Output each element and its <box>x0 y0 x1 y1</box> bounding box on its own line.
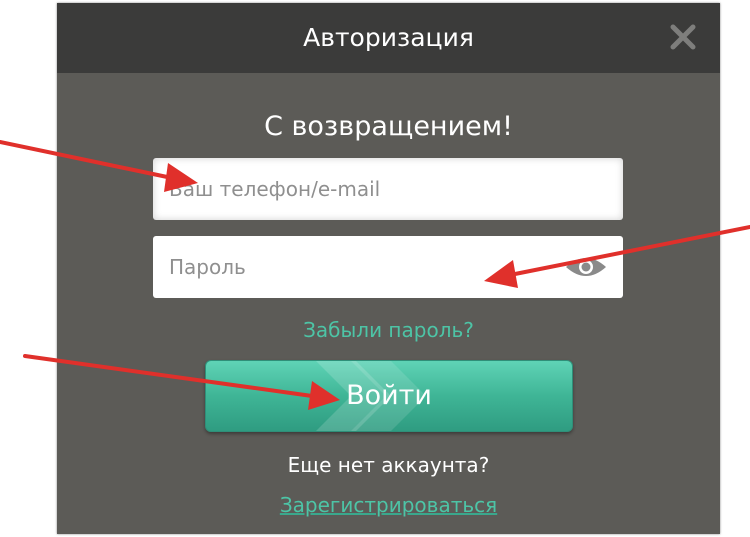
dialog-title: Авторизация <box>303 23 474 52</box>
forgot-password-link[interactable]: Забыли пароль? <box>57 318 720 342</box>
eye-icon[interactable] <box>564 255 608 279</box>
login-input[interactable] <box>153 158 623 220</box>
auth-dialog: Авторизация С возвращением! Забыли парол… <box>57 3 720 534</box>
password-input[interactable] <box>153 236 623 298</box>
close-icon[interactable] <box>668 22 698 52</box>
welcome-heading: С возвращением! <box>264 111 513 142</box>
login-button-label: Войти <box>346 380 432 411</box>
login-button[interactable]: Войти <box>205 360 573 432</box>
no-account-text: Еще нет аккаунта? <box>287 453 490 477</box>
register-link[interactable]: Зарегистрироваться <box>57 493 720 517</box>
dialog-titlebar: Авторизация <box>57 3 720 73</box>
